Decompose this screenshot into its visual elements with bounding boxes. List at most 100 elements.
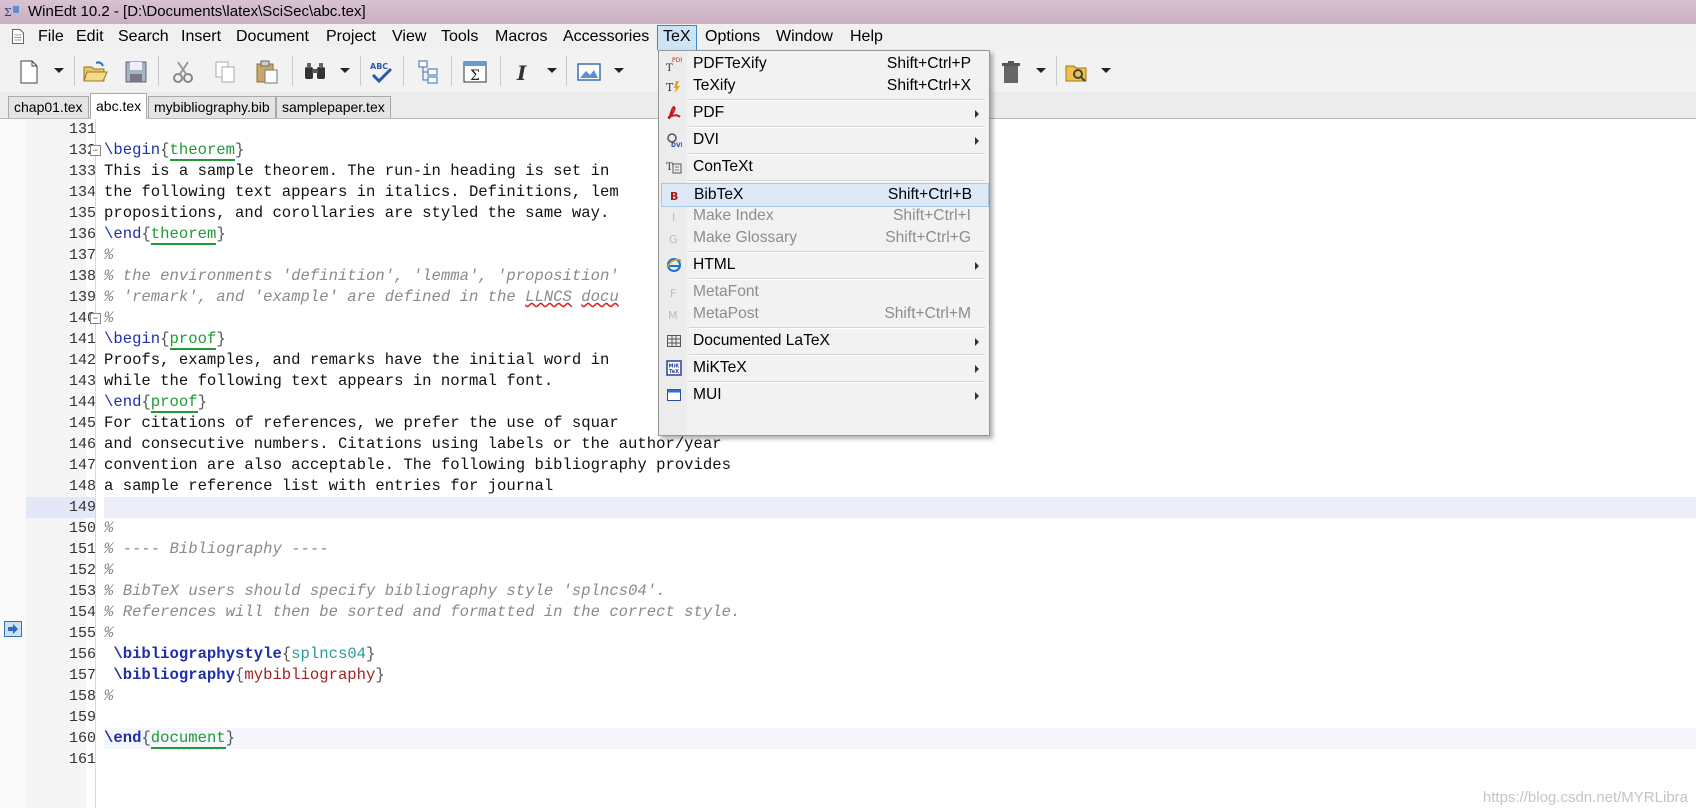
current-line[interactable] [104, 497, 1696, 518]
copy-icon[interactable] [212, 59, 238, 85]
line-number: 132 [68, 142, 96, 159]
new-icon[interactable] [16, 59, 42, 85]
menu-document[interactable]: Document [231, 25, 314, 49]
menu-item-make-index[interactable]: I Make Index Shift+Ctrl+I [661, 205, 987, 227]
find-icon[interactable] [302, 59, 328, 85]
image-dropdown-arrow[interactable] [614, 68, 624, 73]
menu-item-pdftexify[interactable]: PDF T PDFTeXify Shift+Ctrl+P [661, 53, 987, 75]
line-number: 134 [68, 184, 96, 201]
document-icon[interactable] [12, 29, 24, 44]
menu-macros[interactable]: Macros [490, 25, 552, 49]
menu-item-context[interactable]: T ConTeXt [661, 156, 987, 178]
tab-mybibliography[interactable]: mybibliography.bib [148, 96, 276, 118]
menu-edit[interactable]: Edit [71, 25, 109, 49]
fold-toggle-icon[interactable]: − [90, 313, 101, 324]
new-dropdown-arrow[interactable] [54, 68, 64, 73]
toolbar-separator [566, 56, 567, 86]
menu-item-metafont[interactable]: F MetaFont [661, 281, 987, 303]
menu-insert[interactable]: Insert [176, 25, 226, 49]
menu-window[interactable]: Window [771, 25, 838, 49]
menu-item-bibtex[interactable]: B BibTeX Shift+Ctrl+B [661, 183, 989, 207]
menu-options[interactable]: Options [700, 25, 765, 49]
svg-text:PDF: PDF [672, 57, 682, 64]
menu-project[interactable]: Project [321, 25, 381, 49]
sigma-icon[interactable]: Σ [462, 59, 488, 85]
toolbar-separator [1056, 56, 1057, 86]
menu-separator [689, 251, 985, 253]
svg-text:I: I [672, 211, 675, 224]
makeindex-icon: I [672, 211, 675, 224]
toolbar-separator [158, 56, 159, 86]
context-icon: T [666, 162, 682, 174]
menu-tools[interactable]: Tools [436, 25, 483, 49]
menu-accessories[interactable]: Accessories [558, 25, 654, 49]
environment-name: theorem [150, 225, 217, 245]
menu-item-dvi[interactable]: DVI DVI [661, 129, 987, 151]
latex-command: \begin [104, 141, 161, 159]
menu-tex[interactable]: TeX [657, 25, 697, 51]
preview-folder-icon[interactable] [1064, 59, 1090, 85]
cut-icon[interactable] [170, 59, 196, 85]
latex-command: \end [104, 729, 142, 747]
bookmark-gutter[interactable] [0, 119, 27, 808]
bibtex-icon: B [670, 190, 678, 203]
environment-name: proof [150, 393, 198, 413]
environment-name: document [150, 729, 226, 749]
italic-dropdown-arrow[interactable] [547, 68, 557, 73]
save-icon[interactable] [123, 59, 149, 85]
spelling-error[interactable]: docu [581, 288, 618, 306]
open-folder-icon[interactable] [82, 59, 108, 85]
menu-help[interactable]: Help [845, 25, 888, 49]
toolbar-separator [74, 56, 75, 86]
line-number: 140 [68, 310, 96, 327]
current-line-arrow-icon [4, 621, 22, 637]
menu-item-html[interactable]: HTML [661, 254, 987, 276]
line-number-current: 149 [26, 497, 96, 518]
menu-file[interactable]: File [33, 25, 69, 49]
fold-toggle-icon[interactable]: − [90, 145, 101, 156]
fold-margin: − − [88, 119, 104, 808]
tab-samplepaper[interactable]: samplepaper.tex [276, 96, 391, 118]
preview-dropdown-arrow[interactable] [1101, 68, 1111, 73]
find-dropdown-arrow[interactable] [340, 68, 350, 73]
submenu-arrow-icon [975, 262, 979, 270]
delete-icon[interactable] [998, 59, 1024, 85]
menu-separator [689, 381, 985, 383]
line-number: 151 [68, 541, 96, 558]
delete-dropdown-arrow[interactable] [1036, 68, 1046, 73]
menu-search[interactable]: Search [113, 25, 174, 49]
menu-item-metapost[interactable]: M MetaPost Shift+Ctrl+M [661, 303, 987, 325]
html-icon [666, 258, 682, 272]
menu-item-mui[interactable]: MUI [661, 384, 987, 406]
miktex-icon: MiKTeX [666, 360, 682, 376]
spellcheck-icon[interactable]: ABC [368, 59, 394, 85]
line-number: 156 [68, 646, 96, 663]
tab-chap01[interactable]: chap01.tex [8, 96, 89, 118]
menu-item-make-glossary[interactable]: G Make Glossary Shift+Ctrl+G [661, 227, 987, 249]
svg-text:Σ: Σ [4, 6, 12, 19]
line-number: 157 [68, 667, 96, 684]
comment-line: % [104, 561, 114, 579]
italic-icon[interactable]: I [510, 59, 536, 85]
menu-item-miktex[interactable]: MiK TeX MiKTeX [661, 357, 987, 379]
line-number: 159 [68, 709, 96, 726]
code-line: \end{document} [104, 728, 1696, 749]
line-number: 139 [68, 289, 96, 306]
makeglossary-icon: G [669, 233, 678, 246]
spelling-error[interactable]: LLNCS [525, 288, 572, 306]
texify-icon: T [666, 81, 680, 94]
line-number: 142 [68, 352, 96, 369]
line-number: 158 [68, 688, 96, 705]
paste-icon[interactable] [254, 59, 280, 85]
menu-view[interactable]: View [387, 25, 431, 49]
menu-item-documented-latex[interactable]: Documented LaTeX [661, 330, 987, 352]
grid-icon [667, 335, 681, 347]
menu-item-pdf[interactable]: PDF [661, 102, 987, 124]
tree-icon[interactable] [416, 59, 442, 85]
pdf-icon [667, 105, 681, 120]
image-icon[interactable] [576, 59, 602, 85]
line-number: 137 [68, 247, 96, 264]
menu-item-texify[interactable]: T TeXify Shift+Ctrl+X [661, 75, 987, 97]
tab-abc[interactable]: abc.tex [90, 93, 148, 119]
svg-text:T: T [666, 63, 673, 72]
